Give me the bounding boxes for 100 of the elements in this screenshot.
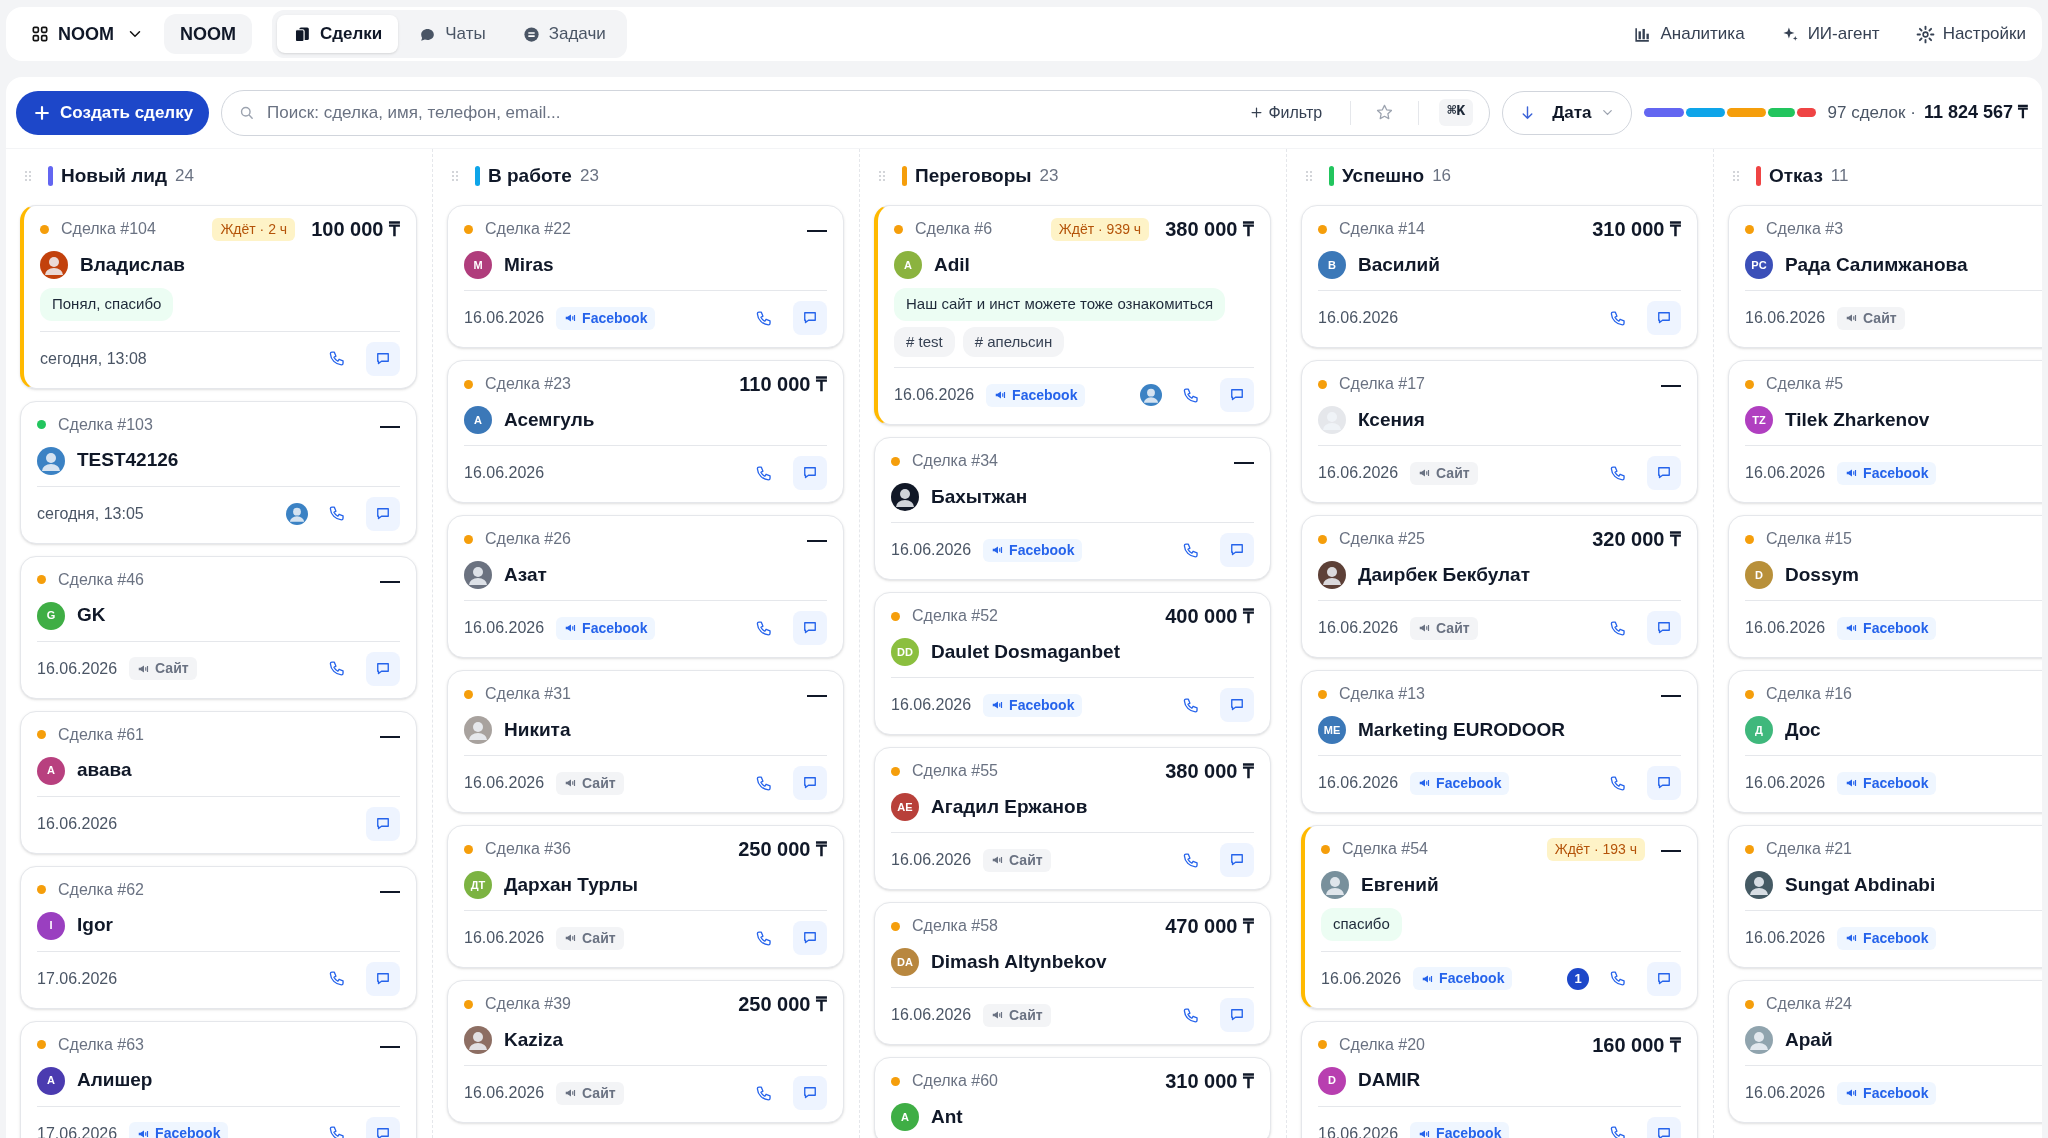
source-tag: Facebook: [1837, 1081, 1937, 1105]
nav-link[interactable]: Аналитика: [1633, 21, 1745, 47]
phone-icon: [327, 504, 347, 523]
deal-date: 16.06.2026: [1318, 773, 1399, 793]
tag[interactable]: # test: [894, 326, 955, 357]
phone-icon: [754, 308, 774, 328]
source-tag: Сайт: [556, 926, 624, 950]
chat-button[interactable]: [793, 456, 827, 490]
chat-button[interactable]: [1220, 533, 1254, 567]
deal-number: Сделка #13: [1339, 684, 1425, 704]
deal-card[interactable]: Сделка #3 PC Рада Салимжанова 16.06.2026 Сайт: [1728, 205, 2042, 348]
deal-amount: —: [380, 877, 400, 903]
deal-card[interactable]: Сделка #34 — Бахытжан 16.06.2026 Facebook: [874, 437, 1271, 580]
avatar: A: [894, 251, 922, 279]
chat-button[interactable]: [366, 806, 400, 841]
chat-button[interactable]: [366, 651, 400, 686]
chat-button[interactable]: [1647, 301, 1681, 335]
deal-number: Сделка #21: [1766, 839, 1852, 859]
chat-button[interactable]: [1647, 961, 1681, 996]
contact-name: Ant: [931, 1104, 963, 1129]
avatar: D: [1318, 1066, 1346, 1095]
filter-button[interactable]: Фильтр: [1241, 100, 1331, 125]
deal-card[interactable]: Сделка #104 Ждёт · 2 ч 100 000 ₸ Владислав Понял, спасибо сегодня, 13:08: [20, 205, 417, 389]
deal-card[interactable]: Сделка #14 310 000 ₸ B Василий 16.06.2026: [1301, 205, 1698, 348]
deal-card[interactable]: Сделка #15 D Dossym 16.06.2026 Facebook: [1728, 515, 2042, 658]
deal-number: Сделка #34: [912, 451, 998, 471]
deal-card[interactable]: Сделка #62 — I Igor 17.06.2026: [20, 865, 417, 1009]
tab[interactable]: Сделки: [277, 15, 399, 53]
deal-card[interactable]: Сделка #16 Д Дос 16.06.2026 Facebook: [1728, 670, 2042, 813]
create-deal-button[interactable]: Создать сделку: [16, 90, 210, 135]
deal-amount: 100 000 ₸: [311, 217, 400, 242]
nav-link[interactable]: ИИ-агент: [1780, 21, 1880, 47]
chat-button[interactable]: [1220, 998, 1254, 1032]
chat-button[interactable]: [1220, 843, 1254, 877]
avatar: B: [1318, 251, 1346, 279]
tag[interactable]: # апельсин: [962, 326, 1065, 357]
deal-card[interactable]: Сделка #52 400 000 ₸ DD Daulet Dosmaganbet 16.06.2026 Facebook: [874, 592, 1271, 735]
deal-card[interactable]: Сделка #103 — TEST42126 сегодня, 13:05: [20, 400, 417, 544]
deal-number: Сделка #60: [912, 1071, 998, 1091]
deal-card[interactable]: Сделка #13 — ME Marketing EURODOOR 16.06.2026 Facebook: [1301, 670, 1698, 813]
phone-icon: [327, 349, 347, 368]
settings-icon: [1915, 24, 1935, 44]
plus-icon: [1249, 105, 1265, 120]
source-tag: Facebook: [1837, 926, 1937, 950]
column-count: 24: [175, 165, 194, 188]
avatar: D: [1745, 561, 1773, 589]
deal-card[interactable]: Сделка #63 — A Алишер 17.06.2026 Facebook: [20, 1020, 417, 1138]
contact-name: Никита: [504, 717, 571, 742]
chat-button[interactable]: [793, 301, 827, 335]
deal-card[interactable]: Сделка #5 TZ Tilek Zharkenov 16.06.2026 Facebook: [1728, 360, 2042, 503]
phone-icon: [1181, 385, 1201, 405]
deal-card[interactable]: Сделка #61 — A авава 16.06.2026: [20, 710, 417, 854]
tab[interactable]: Задачи: [505, 15, 622, 53]
search-icon: [238, 104, 256, 121]
chat-button[interactable]: [793, 921, 827, 955]
deal-card[interactable]: Сделка #58 470 000 ₸ DA Dimash Altynbekov 16.06.2026 Сайт: [874, 902, 1271, 1045]
deal-date: 16.06.2026: [1745, 308, 1826, 328]
deal-card[interactable]: Сделка #21 Sungat Abdinabi 16.06.2026 Facebook: [1728, 825, 2042, 968]
deal-card[interactable]: Сделка #39 250 000 ₸ Kaziza 16.06.2026 Сайт: [447, 980, 844, 1123]
deal-card[interactable]: Сделка #23 110 000 ₸ A Асемгуль 16.06.2026: [447, 360, 844, 503]
tab[interactable]: Чаты: [402, 15, 502, 53]
deal-date: 16.06.2026: [1745, 618, 1826, 638]
deal-card[interactable]: Сделка #26 — Азат 16.06.2026 Facebook: [447, 515, 844, 658]
chat-button[interactable]: [793, 1076, 827, 1110]
deal-card[interactable]: Сделка #22 — M Miras 16.06.2026 Facebook: [447, 205, 844, 348]
deal-card[interactable]: Сделка #46 — G GK 16.06.2026 Сайт: [20, 555, 417, 699]
chat-button[interactable]: [1647, 611, 1681, 645]
chat-button[interactable]: [793, 766, 827, 800]
chat-button[interactable]: [793, 611, 827, 645]
contact-name: GK: [77, 603, 106, 628]
source-tag: Сайт: [1410, 461, 1478, 485]
deal-card[interactable]: Сделка #25 320 000 ₸ Даирбек Бекбулат 16.06.2026 Сайт: [1301, 515, 1698, 658]
source-tag: Сайт: [556, 1081, 624, 1105]
deal-card[interactable]: Сделка #55 380 000 ₸ AE Агадил Ержанов 16.06.2026 Сайт: [874, 747, 1271, 890]
deal-card[interactable]: Сделка #60 310 000 ₸ A Ant: [874, 1057, 1271, 1138]
column-title: Переговоры: [915, 163, 1032, 188]
deal-date: 16.06.2026: [1745, 773, 1826, 793]
deal-date: 16.06.2026: [1318, 1123, 1399, 1138]
deal-card[interactable]: Сделка #6 Ждёт · 939 ч 380 000 ₸ A Adil Наш сайт и инст можете тоже ознакомиться # test # апельсин 16.06.2026 Facebook: [874, 205, 1271, 425]
deal-card[interactable]: Сделка #24 Арай 16.06.2026 Facebook: [1728, 980, 2042, 1123]
chat-button[interactable]: [366, 341, 400, 376]
chat-button[interactable]: [1220, 688, 1254, 722]
nav-link[interactable]: Настройки: [1915, 21, 2026, 47]
deal-card[interactable]: Сделка #31 — Никита 16.06.2026 Сайт: [447, 670, 844, 813]
source-tag: Сайт: [556, 771, 624, 795]
source-tag: Facebook: [1410, 771, 1510, 795]
workspace-badge[interactable]: NOOM: [164, 14, 252, 54]
chat-button[interactable]: [1647, 766, 1681, 800]
deal-card[interactable]: Сделка #54 Ждёт · 193 ч — Евгений спасибо 16.06.2026 Facebook 1: [1301, 825, 1698, 1009]
column-count: 23: [579, 165, 599, 188]
chat-button[interactable]: [1647, 456, 1681, 490]
chat-button[interactable]: [366, 496, 400, 531]
contact-name: Алишер: [77, 1068, 153, 1093]
deal-card[interactable]: Сделка #17 — Ксения 16.06.2026 Сайт: [1301, 360, 1698, 503]
contact-name: Dimash Altynbekov: [931, 949, 1107, 974]
chat-button[interactable]: [366, 961, 400, 996]
deal-card[interactable]: Сделка #20 160 000 ₸ D DAMIR 16.06.2026 Facebook: [1301, 1020, 1698, 1138]
workspace-switcher[interactable]: NOOM: [22, 14, 152, 54]
chat-button[interactable]: [1220, 378, 1254, 412]
deal-card[interactable]: Сделка #36 250 000 ₸ ДТ Дархан Турлы 16.06.2026 Сайт: [447, 825, 844, 968]
